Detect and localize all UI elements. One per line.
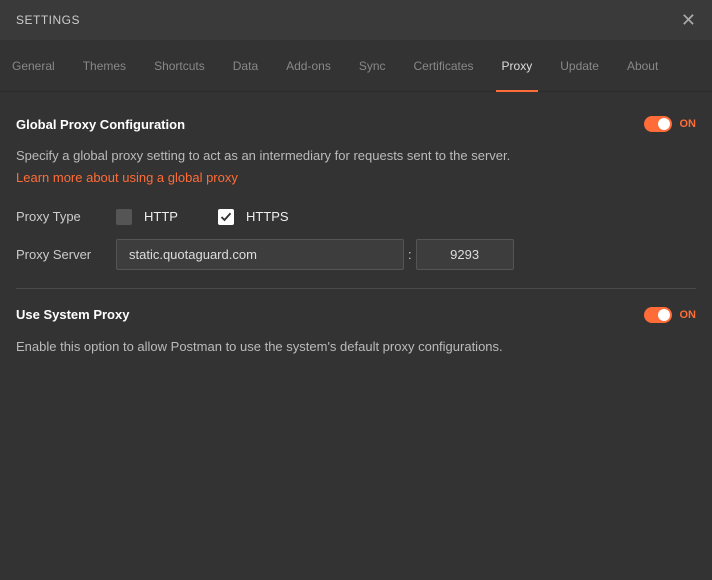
proxy-type-checkbox-group: HTTP HTTPS bbox=[116, 209, 289, 225]
system-proxy-description: Enable this option to allow Postman to u… bbox=[16, 337, 696, 357]
close-icon[interactable]: ✕ bbox=[681, 11, 696, 29]
global-proxy-header: Global Proxy Configuration ON bbox=[16, 116, 696, 132]
global-proxy-toggle[interactable] bbox=[644, 116, 672, 132]
learn-more-link[interactable]: Learn more about using a global proxy bbox=[16, 170, 238, 185]
http-checkbox-item: HTTP bbox=[116, 209, 178, 225]
host-port-separator: : bbox=[404, 247, 416, 262]
tab-about[interactable]: About bbox=[613, 40, 672, 92]
tab-proxy[interactable]: Proxy bbox=[488, 40, 547, 92]
global-proxy-toggle-label: ON bbox=[680, 118, 697, 130]
proxy-host-input[interactable] bbox=[116, 239, 404, 270]
tab-themes[interactable]: Themes bbox=[69, 40, 140, 92]
checkmark-icon bbox=[220, 211, 232, 223]
tab-general[interactable]: General bbox=[10, 40, 69, 92]
global-proxy-description: Specify a global proxy setting to act as… bbox=[16, 146, 696, 166]
tab-shortcuts[interactable]: Shortcuts bbox=[140, 40, 219, 92]
settings-tabs: General Themes Shortcuts Data Add-ons Sy… bbox=[0, 40, 712, 92]
global-proxy-title: Global Proxy Configuration bbox=[16, 117, 185, 132]
section-divider bbox=[16, 288, 696, 289]
tab-sync[interactable]: Sync bbox=[345, 40, 400, 92]
tab-addons[interactable]: Add-ons bbox=[272, 40, 345, 92]
tab-certificates[interactable]: Certificates bbox=[400, 40, 488, 92]
https-checkbox-item: HTTPS bbox=[218, 209, 289, 225]
settings-content: Global Proxy Configuration ON Specify a … bbox=[0, 92, 712, 384]
system-proxy-title: Use System Proxy bbox=[16, 307, 129, 322]
proxy-port-input[interactable] bbox=[416, 239, 514, 270]
tab-update[interactable]: Update bbox=[546, 40, 613, 92]
system-proxy-header: Use System Proxy ON bbox=[16, 307, 696, 323]
https-checkbox[interactable] bbox=[218, 209, 234, 225]
settings-header: SETTINGS ✕ bbox=[0, 0, 712, 40]
system-proxy-toggle-wrap: ON bbox=[644, 307, 697, 323]
http-checkbox-label: HTTP bbox=[144, 209, 178, 224]
proxy-server-input-group: : bbox=[116, 239, 514, 270]
proxy-type-row: Proxy Type HTTP HTTPS bbox=[16, 209, 696, 225]
settings-title: SETTINGS bbox=[16, 13, 80, 27]
http-checkbox[interactable] bbox=[116, 209, 132, 225]
proxy-type-label: Proxy Type bbox=[16, 209, 116, 224]
tab-data[interactable]: Data bbox=[219, 40, 272, 92]
system-proxy-toggle-label: ON bbox=[680, 309, 697, 321]
https-checkbox-label: HTTPS bbox=[246, 209, 289, 224]
proxy-server-label: Proxy Server bbox=[16, 247, 116, 262]
global-proxy-toggle-wrap: ON bbox=[644, 116, 697, 132]
proxy-server-row: Proxy Server : bbox=[16, 239, 696, 270]
system-proxy-toggle[interactable] bbox=[644, 307, 672, 323]
